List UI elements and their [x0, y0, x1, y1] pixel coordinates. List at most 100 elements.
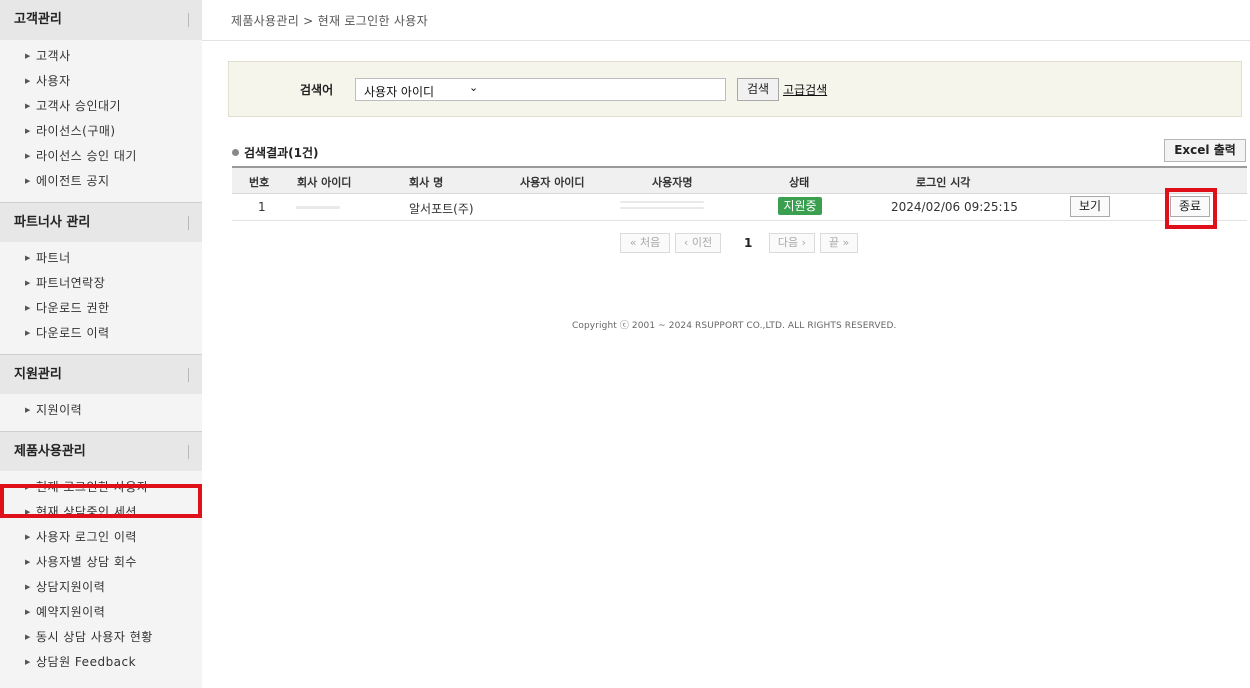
column-header[interactable]: 사용자 아이디 [520, 174, 585, 190]
search-label: 검색어 [300, 83, 334, 97]
sidebar-item-label: 상담지원이력 [36, 580, 106, 594]
sidebar-item-label: 에이전트 공지 [36, 174, 110, 188]
section-header-product-usage[interactable]: 제품사용관리 [0, 431, 202, 471]
arrow-right-icon: ▶ [25, 52, 31, 60]
arrow-right-icon: ▶ [25, 406, 31, 414]
section-header-support[interactable]: 지원관리 [0, 354, 202, 394]
sidebar-item-user-login-history[interactable]: ▶ 사용자 로그인 이력 [0, 525, 202, 550]
excel-export-button[interactable]: Excel 출력 [1164, 139, 1246, 162]
search-field[interactable]: 사용자 아이디 ⌄ [355, 78, 726, 101]
sidebar-item-label: 사용자별 상담 회수 [36, 555, 137, 569]
sidebar-item-customer-company[interactable]: ▶ 고객사 [0, 44, 202, 69]
divider [188, 445, 189, 459]
results-table: 번호 회사 아이디 회사 명 사용자 아이디 사용자명 상태 로그인 시각 1 … [232, 166, 1247, 221]
status-badge: 지원중 [778, 197, 822, 215]
sidebar-item-label: 현재 로그인한 사용자 [36, 480, 149, 494]
column-header[interactable]: 로그인 시각 [916, 174, 970, 190]
sidebar: 고객관리 ▶ 고객사 ▶ 사용자 ▶ 고객사 승인대기 ▶ 라이선스(구매) ▶ 라이선스… [0, 0, 202, 688]
table-row[interactable]: 1 알서포트(주) 지원중 2024/02/06 09:25:15 보기 종료 [232, 194, 1247, 221]
sidebar-item-user[interactable]: ▶ 사용자 [0, 69, 202, 94]
blurred-user-name [620, 201, 704, 203]
sidebar-item-agent-feedback[interactable]: ▶ 상담원 Feedback [0, 650, 202, 675]
sidebar-item-label: 동시 상담 사용자 현황 [36, 630, 153, 644]
sidebar-item-partner-contact[interactable]: ▶ 파트너연락장 [0, 271, 202, 296]
chevron-down-icon[interactable]: ⌄ [469, 81, 478, 94]
advanced-search-link[interactable]: 고급검색 [783, 81, 827, 98]
column-header[interactable]: 번호 [249, 174, 269, 190]
section-title: 파트너사 관리 [14, 215, 91, 230]
sidebar-item-label: 파트너연락장 [36, 276, 106, 290]
sidebar-item-license-purchase[interactable]: ▶ 라이선스(구매) [0, 119, 202, 144]
section-title: 제품사용관리 [14, 444, 86, 459]
search-panel: 검색어 사용자 아이디 ⌄ 검색 고급검색 [228, 61, 1242, 117]
column-header[interactable]: 사용자명 [652, 174, 692, 190]
pager-first-button[interactable]: « 처음 [620, 233, 670, 253]
top-bar: 제품사용관리 > 현재 로그인한 사용자 [202, 0, 1250, 41]
end-session-button[interactable]: 종료 [1170, 196, 1210, 217]
result-title: 검색결과(1건) [232, 144, 319, 161]
sidebar-item-download-history[interactable]: ▶ 다운로드 이력 [0, 321, 202, 346]
pagination: « 처음 ‹ 이전 1 다음 › 끝 » [620, 233, 860, 254]
sidebar-item-license-approval[interactable]: ▶ 라이선스 승인 대기 [0, 144, 202, 169]
left-arrow-icon: ‹ [683, 236, 689, 249]
arrow-right-icon: ▶ [25, 608, 31, 616]
arrow-right-icon: ▶ [25, 152, 31, 160]
sidebar-item-user-session-count[interactable]: ▶ 사용자별 상담 회수 [0, 550, 202, 575]
pager-next-button[interactable]: 다음 › [769, 233, 815, 253]
arrow-right-icon: ▶ [25, 558, 31, 566]
search-type-select[interactable]: 사용자 아이디 [364, 83, 434, 100]
sidebar-item-label: 사용자 [36, 74, 71, 88]
section-header-customer[interactable]: 고객관리 [0, 0, 202, 40]
pager-prev-label: 이전 [691, 236, 713, 249]
sidebar-item-label: 파트너 [36, 251, 71, 265]
blurred-company-id [296, 206, 340, 209]
sidebar-item-label: 다운로드 권한 [36, 301, 110, 315]
sidebar-item-label: 상담원 Feedback [36, 655, 137, 669]
arrow-right-icon: ▶ [25, 127, 31, 135]
arrow-right-icon: ▶ [25, 483, 31, 491]
arrow-right-icon: ▶ [25, 279, 31, 287]
copyright: Copyright ⓒ 2001 ~ 2024 RSUPPORT CO.,LTD… [572, 321, 897, 331]
sidebar-item-current-sessions[interactable]: ▶ 현재 상담중인 세션 [0, 500, 202, 525]
arrow-right-icon: ▶ [25, 102, 31, 110]
sidebar-item-agent-notice[interactable]: ▶ 에이전트 공지 [0, 169, 202, 194]
pager-last-button[interactable]: 끝 » [820, 233, 858, 253]
double-right-arrow-icon: » [842, 236, 850, 249]
double-left-arrow-icon: « [629, 236, 637, 249]
arrow-right-icon: ▶ [25, 633, 31, 641]
column-header[interactable]: 상태 [789, 174, 809, 190]
section-title: 고객관리 [14, 12, 62, 27]
sidebar-item-current-logged-in-users[interactable]: ▶ 현재 로그인한 사용자 [0, 475, 202, 500]
sidebar-item-session-support-history[interactable]: ▶ 상담지원이력 [0, 575, 202, 600]
pager-first-label: 처음 [639, 236, 661, 249]
divider [188, 216, 189, 230]
view-button[interactable]: 보기 [1070, 196, 1110, 217]
bullet-icon [232, 149, 239, 156]
arrow-right-icon: ▶ [25, 304, 31, 312]
cell-login-time: 2024/02/06 09:25:15 [891, 200, 1018, 214]
cell-company-name: 알서포트(주) [409, 202, 474, 216]
sidebar-item-download-permission[interactable]: ▶ 다운로드 권한 [0, 296, 202, 321]
sidebar-item-partner[interactable]: ▶ 파트너 [0, 246, 202, 271]
sidebar-item-label: 현재 상담중인 세션 [36, 505, 137, 519]
sidebar-item-concurrent-users[interactable]: ▶ 동시 상담 사용자 현황 [0, 625, 202, 650]
sidebar-item-label: 고객사 [36, 49, 71, 63]
arrow-right-icon: ▶ [25, 254, 31, 262]
arrow-right-icon: ▶ [25, 583, 31, 591]
search-button[interactable]: 검색 [737, 78, 779, 101]
column-header[interactable]: 회사 아이디 [297, 174, 351, 190]
pager-prev-button[interactable]: ‹ 이전 [675, 233, 721, 253]
result-title-text: 검색결과(1건) [244, 146, 319, 160]
table-header: 번호 회사 아이디 회사 명 사용자 아이디 사용자명 상태 로그인 시각 [232, 166, 1247, 194]
pager-current-page[interactable]: 1 [744, 236, 752, 250]
section-header-partner[interactable]: 파트너사 관리 [0, 202, 202, 242]
sidebar-item-label: 라이선스(구매) [36, 124, 116, 138]
arrow-right-icon: ▶ [25, 508, 31, 516]
column-header[interactable]: 회사 명 [409, 174, 443, 190]
arrow-right-icon: ▶ [25, 658, 31, 666]
sidebar-item-reservation-history[interactable]: ▶ 예약지원이력 [0, 600, 202, 625]
blurred-user-name [620, 207, 704, 209]
sidebar-item-support-history[interactable]: ▶ 지원이력 [0, 398, 202, 423]
sidebar-item-customer-approval[interactable]: ▶ 고객사 승인대기 [0, 94, 202, 119]
right-arrow-icon: › [801, 236, 807, 249]
